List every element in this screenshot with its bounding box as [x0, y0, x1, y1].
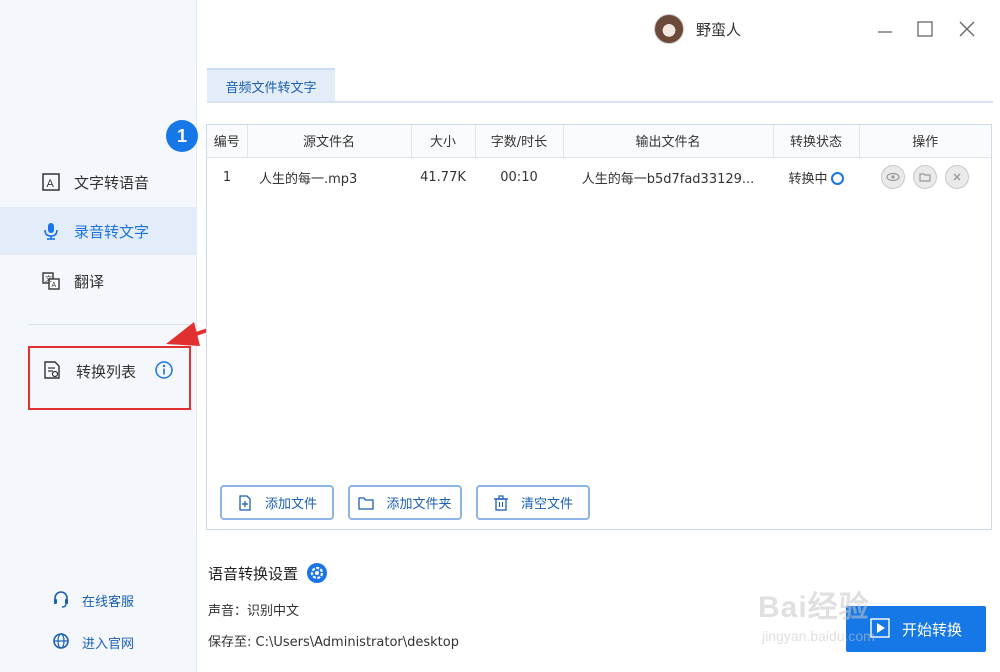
- add-folder-button[interactable]: 添加文件夹: [348, 485, 462, 520]
- info-icon[interactable]: [154, 360, 174, 380]
- start-convert-button[interactable]: 开始转换: [846, 606, 986, 652]
- trash-icon: [493, 494, 509, 511]
- table-header-row: 编号 源文件名 大小 字数/时长 输出文件名 转换状态 操作: [207, 125, 991, 158]
- column-header-status[interactable]: 转换状态: [773, 125, 860, 158]
- column-header-no[interactable]: 编号: [207, 125, 248, 158]
- add-file-icon: [237, 494, 253, 511]
- settings-section-title: 语音转换设置: [208, 562, 328, 584]
- convert-list-label: 转换列表: [76, 362, 137, 381]
- clear-files-label: 清空文件: [520, 497, 573, 512]
- play-icon: [870, 618, 892, 640]
- column-header-duration[interactable]: 字数/时长: [475, 125, 564, 158]
- official-site-label: 进入官网: [82, 636, 135, 652]
- globe-icon: [52, 632, 72, 652]
- svg-text:A: A: [52, 282, 57, 289]
- online-support-link[interactable]: 在线客服: [52, 590, 134, 610]
- svg-text:A: A: [47, 178, 55, 190]
- delete-circle-icon[interactable]: [945, 165, 969, 190]
- cell-actions: [859, 157, 991, 197]
- add-folder-label: 添加文件夹: [386, 497, 452, 512]
- close-icon[interactable]: [956, 18, 978, 40]
- sidebar-item-speech-to-text[interactable]: 录音转文字: [0, 207, 197, 255]
- column-header-actions: 操作: [859, 125, 991, 158]
- table-row[interactable]: 1 人生的每一.mp3 41.77K 00:10 人生的每一b5d7fad331…: [207, 157, 991, 197]
- online-support-label: 在线客服: [82, 594, 135, 610]
- loading-spinner-icon: [830, 171, 844, 185]
- user-profile[interactable]: 野蛮人: [654, 14, 741, 44]
- sidebar-item-label: 录音转文字: [74, 222, 150, 241]
- cell-duration: 00:10: [500, 169, 538, 185]
- open-folder-icon[interactable]: [913, 165, 937, 190]
- file-list-panel: 编号 源文件名 大小 字数/时长 输出文件名 转换状态 操作 1 人生的每一.m…: [206, 124, 992, 530]
- file-table: 编号 源文件名 大小 字数/时长 输出文件名 转换状态 操作 1 人生的每一.m…: [207, 125, 991, 197]
- voice-setting: 声音：识别中文: [208, 604, 300, 619]
- document-list-icon: [42, 360, 64, 382]
- translate-icon: 文A: [40, 270, 62, 292]
- add-file-label: 添加文件: [264, 497, 317, 512]
- settings-title-text: 语音转换设置: [208, 564, 299, 583]
- avatar[interactable]: [654, 14, 684, 44]
- column-header-source[interactable]: 源文件名: [247, 125, 412, 158]
- status-text: 转换中: [788, 171, 828, 187]
- save-path-setting: 保存至: C:\Users\Administrator\desktop: [208, 635, 459, 650]
- text-box-icon: A: [40, 171, 62, 193]
- user-name: 野蛮人: [696, 20, 742, 39]
- start-convert-label: 开始转换: [901, 620, 962, 639]
- sidebar-item-label: 翻译: [74, 272, 105, 291]
- sidebar-item-text-to-speech[interactable]: A 文字转语音: [0, 158, 197, 206]
- cell-source-filename: 人生的每一.mp3: [259, 171, 358, 187]
- step-badge: 1: [166, 120, 198, 152]
- add-file-button[interactable]: 添加文件: [220, 485, 334, 520]
- cell-status: 转换中: [773, 157, 859, 197]
- sidebar-item-convert-list[interactable]: 转换列表: [42, 360, 136, 382]
- tab-underline: [207, 101, 993, 103]
- headset-icon: [52, 590, 72, 610]
- cell-no: 1: [222, 169, 232, 185]
- column-header-size[interactable]: 大小: [411, 125, 476, 158]
- sidebar-item-label: 文字转语音: [74, 173, 150, 192]
- cell-output-filename: 人生的每一b5d7fad33129...: [581, 171, 755, 187]
- clear-files-button[interactable]: 清空文件: [476, 485, 590, 520]
- official-site-link[interactable]: 进入官网: [52, 632, 134, 652]
- column-header-output[interactable]: 输出文件名: [563, 125, 774, 158]
- minimize-icon[interactable]: [874, 18, 896, 40]
- folder-icon: [358, 495, 375, 511]
- cell-size: 41.77K: [420, 169, 466, 185]
- gear-icon[interactable]: [306, 562, 328, 584]
- tab-audio-to-text[interactable]: 音频文件转文字: [207, 68, 335, 102]
- maximize-icon[interactable]: [914, 18, 936, 40]
- microphone-icon: [40, 220, 62, 242]
- preview-eye-icon[interactable]: [881, 165, 905, 190]
